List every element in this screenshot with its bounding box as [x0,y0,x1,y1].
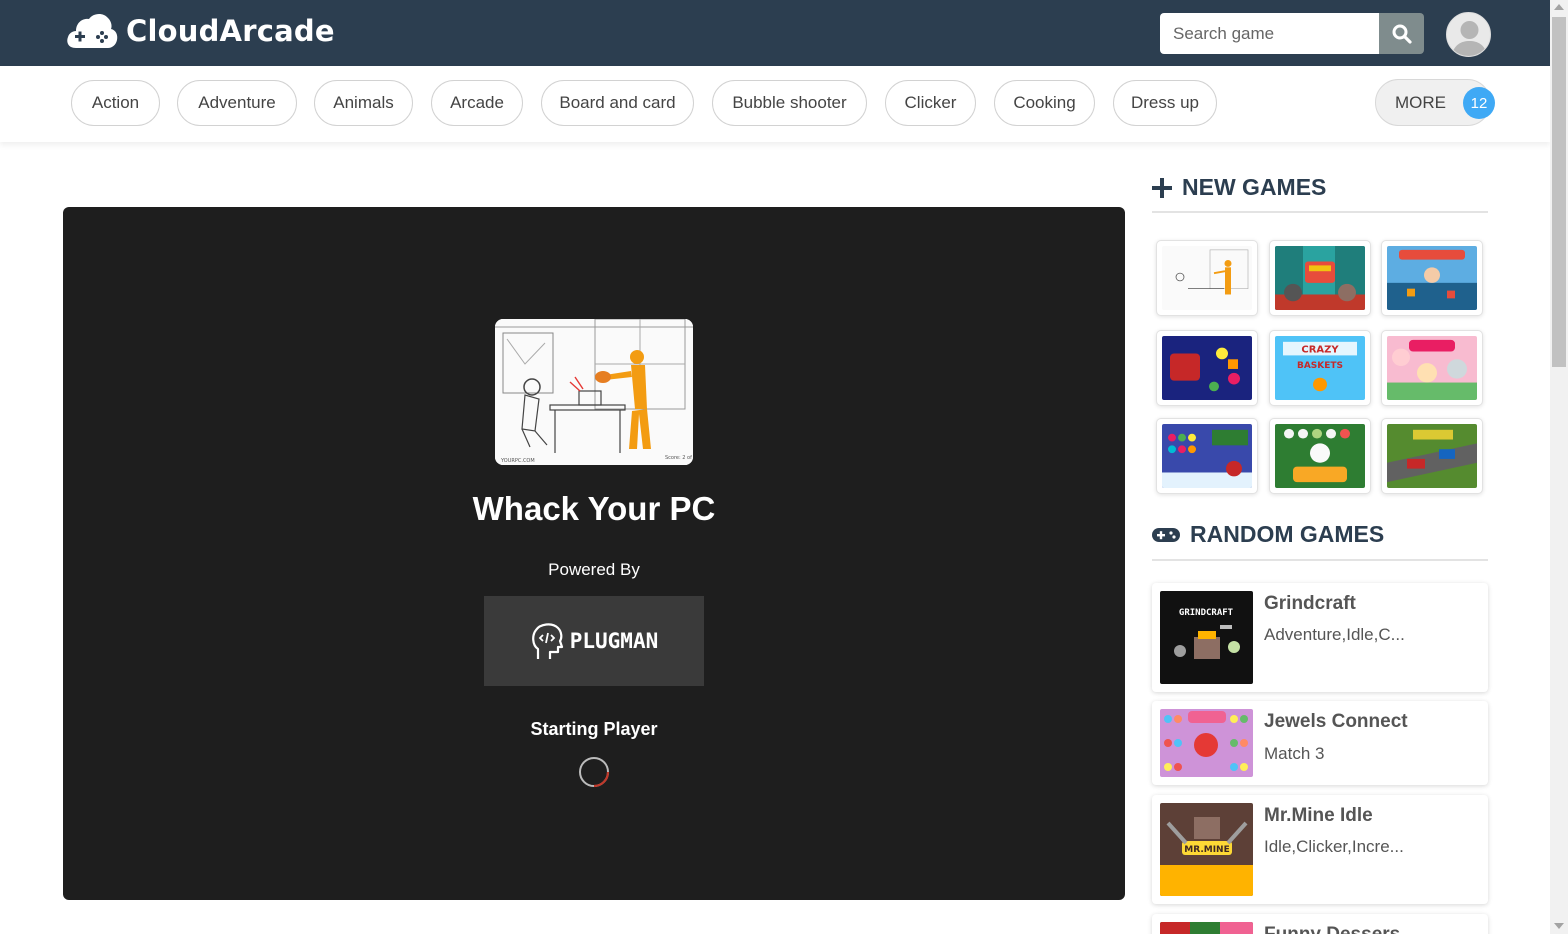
random-game-card[interactable]: Funny Dessers [1152,914,1488,934]
site-logo[interactable]: CloudArcade [66,12,335,50]
new-game-tile[interactable]: CRAZY BASKETS [1269,330,1371,406]
top-header: CloudArcade [0,0,1550,66]
game-thumbnail: YOURPC.COM Score: 2 of [495,319,693,465]
game-thumbnail-image [1162,246,1252,310]
game-thumbnail-image [1275,424,1365,488]
game-thumbnail-image [1387,336,1477,400]
random-game-name: Grindcraft [1264,593,1356,614]
game-thumbnail-image [1387,246,1477,310]
game-thumbnail-image [1160,922,1253,934]
new-game-tile[interactable] [1156,418,1258,494]
random-game-name: Jewels Connect [1264,711,1408,732]
more-label: MORE [1395,92,1446,112]
new-game-tile[interactable] [1269,418,1371,494]
svg-text:YOURPC.COM: YOURPC.COM [500,458,535,464]
user-avatar[interactable] [1446,12,1491,57]
random-games-title: RANDOM GAMES [1190,521,1385,547]
whack-your-pc-thumbnail-image: YOURPC.COM Score: 2 of [495,319,693,465]
divider [1152,211,1488,213]
new-game-tile[interactable] [1381,330,1483,406]
game-player[interactable] [63,207,1125,900]
head-code-icon [531,623,563,659]
game-title: Whack Your PC [472,490,716,527]
game-thumbnail-image: MR.MINE [1160,803,1253,896]
game-thumbnail-image [1387,424,1477,488]
game-thumbnail-image [1275,246,1365,310]
user-icon [1451,21,1488,56]
category-bubble-shooter[interactable]: Bubble shooter [712,80,867,126]
random-game-name: Funny Dessers [1264,924,1400,934]
plugman-logo: PLUGMAN [484,596,704,686]
random-game-card[interactable]: GRINDCRAFT Grindcraft Adventure,Idle,C..… [1152,583,1488,692]
game-thumbnail-image: GRINDCRAFT [1160,591,1253,684]
scroll-up-arrow-icon[interactable] [1554,4,1564,10]
game-thumbnail-image [1162,424,1252,488]
player-status: Starting Player [530,719,658,739]
random-game-tags: Idle,Clicker,Incre... [1264,837,1404,856]
category-action[interactable]: Action [71,80,160,126]
game-thumbnail-image [1162,336,1252,400]
plugman-logo-text: PLUGMAN [569,629,659,653]
svg-text:BASKETS: BASKETS [1297,361,1343,371]
cloud-gamepad-logo-icon [67,13,118,48]
random-game-card[interactable]: Jewels Connect Match 3 [1152,701,1488,785]
svg-text:GRINDCRAFT: GRINDCRAFT [1179,608,1234,618]
category-animals[interactable]: Animals [314,80,413,126]
more-count-badge: 12 [1463,87,1495,119]
category-adventure[interactable]: Adventure [177,80,297,126]
random-game-name: Mr.Mine Idle [1264,805,1373,826]
scroll-down-arrow-icon[interactable] [1554,923,1564,929]
category-dress-up[interactable]: Dress up [1113,80,1217,126]
new-game-tile[interactable] [1156,330,1258,406]
search-bar [1160,13,1424,54]
gamepad-icon [1152,527,1180,542]
svg-text:CRAZY: CRAZY [1301,345,1339,356]
random-game-tags: Match 3 [1264,744,1325,763]
new-game-tile[interactable] [1156,240,1258,316]
random-game-card[interactable]: MR.MINE Mr.Mine Idle Idle,Clicker,Incre.… [1152,795,1488,904]
search-button[interactable] [1379,13,1424,54]
logo-text: CloudArcade [126,14,335,48]
random-game-tags: Adventure,Idle,C... [1264,625,1405,644]
new-games-title: NEW GAMES [1182,174,1327,200]
new-games-heading: NEW GAMES [1152,174,1326,201]
new-game-tile[interactable] [1381,240,1483,316]
category-arcade[interactable]: Arcade [431,80,523,126]
search-icon [1392,24,1412,44]
powered-by-label: Powered By [548,560,640,579]
svg-text:MR.MINE: MR.MINE [1184,845,1229,855]
scrollbar-thumb[interactable] [1552,17,1566,367]
game-thumbnail-image: CRAZY BASKETS [1275,336,1365,400]
new-game-tile[interactable] [1381,418,1483,494]
loading-spinner-icon [579,757,610,788]
plus-icon [1152,177,1172,198]
divider [1152,559,1488,561]
category-board-and-card[interactable]: Board and card [541,80,694,126]
new-game-tile[interactable] [1269,240,1371,316]
game-thumbnail-image [1160,709,1253,777]
category-clicker[interactable]: Clicker [885,80,976,126]
search-input[interactable] [1160,13,1379,54]
svg-text:Score: 2 of: Score: 2 of [665,455,692,461]
category-cooking[interactable]: Cooking [994,80,1095,126]
random-games-heading: RANDOM GAMES [1152,521,1384,548]
